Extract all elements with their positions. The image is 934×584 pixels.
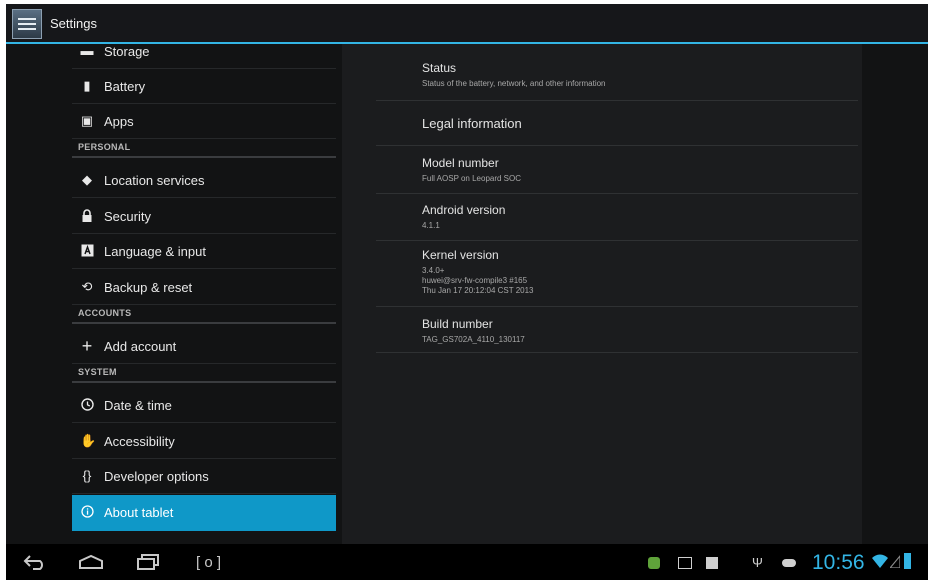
hand-icon: ✋	[80, 433, 97, 448]
section-header-label: PERSONAL	[78, 142, 131, 152]
row-summary: Status of the battery, network, and othe…	[422, 79, 606, 88]
usb-icon: Ψ	[752, 555, 763, 570]
battery-icon: ▮	[83, 78, 91, 93]
row-title: Status	[422, 61, 457, 75]
legal-information-row[interactable]: Legal information	[376, 101, 858, 146]
about-tablet-pane: Status Status of the battery, network, a…	[342, 44, 862, 544]
build-number-row[interactable]: Build number TAG_GS702A_4110_130117	[376, 307, 858, 353]
sidebar-item-developer-options[interactable]: {} Developer options	[72, 459, 336, 494]
sidebar-item-add-account[interactable]: + Add account	[72, 329, 336, 364]
android-icon	[648, 557, 660, 569]
sidebar-item-label: Add account	[104, 339, 177, 354]
settings-sidebar: ▬ Storage ▮ Battery ▣ Apps PERSONAL ◆ Lo…	[6, 44, 342, 544]
clock-icon	[80, 398, 94, 412]
sidebar-item-battery[interactable]: ▮ Battery	[72, 69, 336, 104]
sidebar-item-storage[interactable]: ▬ Storage	[72, 44, 336, 69]
sidebar-item-security[interactable]: Security	[72, 199, 336, 234]
system-navigation-bar: [ o ] Ψ 10:56	[6, 544, 928, 580]
sidebar-item-label: Security	[104, 209, 151, 224]
settings-app-icon[interactable]	[12, 9, 42, 39]
location-icon: ◆	[82, 172, 92, 187]
sidebar-item-label: Date & time	[104, 398, 172, 413]
gamepad-icon	[782, 559, 796, 567]
screenshot-icon[interactable]: [ o ]	[196, 554, 221, 572]
sidebar-item-about-tablet[interactable]: About tablet	[72, 495, 336, 531]
row-value: 3.4.0+	[422, 266, 445, 275]
plus-icon: +	[81, 336, 93, 356]
battery-status-icon	[904, 553, 911, 569]
sidebar-item-label: Language & input	[104, 244, 206, 259]
row-title: Model number	[422, 156, 499, 170]
row-title: Build number	[422, 317, 493, 331]
model-number-row: Model number Full AOSP on Leopard SOC	[376, 146, 858, 194]
section-header-personal: PERSONAL	[72, 140, 336, 158]
right-gutter	[862, 44, 928, 544]
notification-icon	[706, 557, 718, 569]
row-value: Full AOSP on Leopard SOC	[422, 174, 522, 183]
kernel-version-row: Kernel version 3.4.0+ huwei@srv-fw-compi…	[376, 241, 858, 307]
tablet-screen: Settings ▬ Storage ▮ Battery ▣ Apps PERS…	[6, 4, 928, 580]
row-value: huwei@srv-fw-compile3 #165	[422, 276, 528, 285]
sidebar-item-label: Storage	[104, 44, 150, 59]
braces-icon: {}	[82, 468, 92, 483]
section-header-system: SYSTEM	[72, 365, 336, 383]
apps-icon: ▣	[80, 113, 94, 128]
signal-icon	[888, 554, 901, 569]
row-title: Android version	[422, 203, 506, 217]
lock-icon	[80, 209, 94, 223]
home-icon[interactable]	[78, 554, 104, 573]
section-header-accounts: ACCOUNTS	[72, 306, 336, 324]
app-title: Settings	[50, 16, 97, 31]
sidebar-item-label: Developer options	[104, 469, 209, 484]
backup-icon: ⟲	[81, 279, 93, 294]
storage-icon: ▬	[80, 44, 94, 58]
sidebar-item-label: Battery	[104, 79, 146, 94]
action-bar: Settings	[6, 4, 928, 44]
sidebar-item-label: Backup & reset	[104, 280, 193, 295]
status-clock: 10:56	[812, 551, 865, 574]
sidebar-item-backup[interactable]: ⟲ Backup & reset	[72, 270, 336, 305]
android-version-row[interactable]: Android version 4.1.1	[376, 194, 858, 241]
language-icon	[80, 244, 94, 258]
row-value: TAG_GS702A_4110_130117	[422, 335, 525, 344]
info-icon	[80, 505, 94, 519]
sidebar-item-date-time[interactable]: Date & time	[72, 388, 336, 423]
section-header-label: SYSTEM	[78, 367, 117, 377]
row-title: Legal information	[422, 116, 522, 131]
sidebar-item-accessibility[interactable]: ✋ Accessibility	[72, 424, 336, 459]
sidebar-item-location[interactable]: ◆ Location services	[72, 163, 336, 198]
image-icon	[678, 557, 692, 569]
row-value: 4.1.1	[422, 221, 440, 230]
row-value: Thu Jan 17 20:12:04 CST 2013	[422, 286, 534, 295]
sidebar-item-label: Accessibility	[104, 434, 175, 449]
recents-icon[interactable]	[136, 553, 162, 574]
status-row[interactable]: Status Status of the battery, network, a…	[376, 54, 858, 101]
sidebar-item-apps[interactable]: ▣ Apps	[72, 104, 336, 139]
sidebar-item-label: Apps	[104, 114, 134, 129]
section-header-label: ACCOUNTS	[78, 308, 132, 318]
back-icon[interactable]	[22, 553, 48, 574]
row-title: Kernel version	[422, 248, 499, 262]
sidebar-item-label: About tablet	[104, 505, 174, 520]
sidebar-item-language[interactable]: Language & input	[72, 234, 336, 269]
sidebar-item-label: Location services	[104, 173, 205, 188]
wifi-icon	[872, 554, 888, 568]
